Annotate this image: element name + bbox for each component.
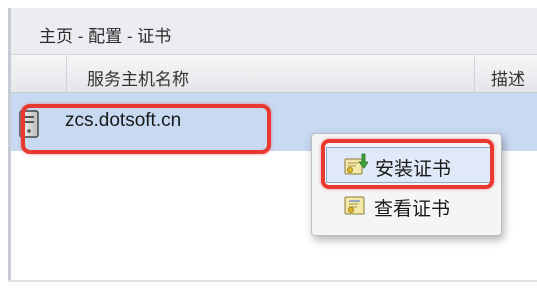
icon-column-header[interactable] (11, 55, 67, 92)
breadcrumb: 主页 - 配置 - 证书 (11, 8, 537, 55)
column-header-service-host-name[interactable]: 服务主机名称 (67, 55, 475, 92)
column-header-description[interactable]: 描述 (475, 55, 537, 92)
panel-bottom-border (8, 280, 537, 282)
row-highlight-annotation (21, 104, 271, 154)
table-header: 服务主机名称 描述 (11, 55, 537, 93)
menu-item-label: 查看证书 (374, 199, 451, 220)
menu-item-view-certificate[interactable]: 查看证书 (326, 188, 492, 224)
menu-highlight-annotation (321, 139, 494, 189)
view-certificate-icon (343, 193, 367, 223)
